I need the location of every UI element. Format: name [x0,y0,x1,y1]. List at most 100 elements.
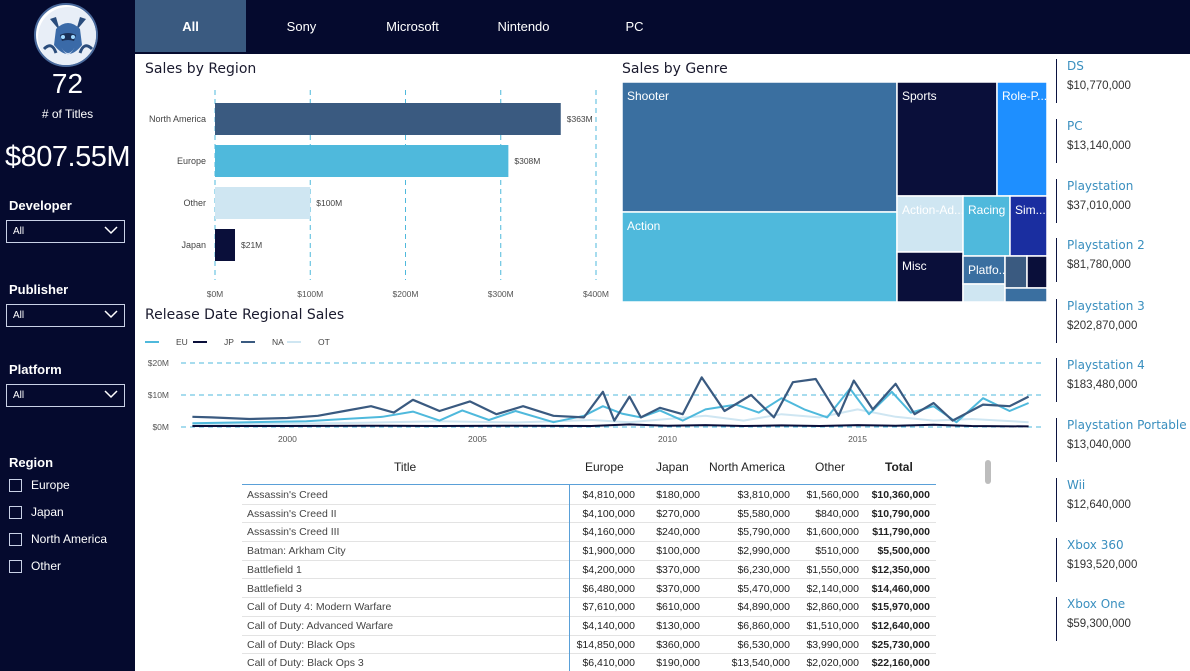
col-header-other[interactable]: Other [815,460,845,474]
col-header-japan[interactable]: Japan [656,460,689,474]
bar[interactable] [215,145,509,177]
region-option-label: Japan [31,505,64,519]
table-row[interactable]: Batman: Arkham City $1,900,000 $100,000 $2,… [242,542,936,561]
cell-title: Battlefield 3 [247,582,302,595]
table-row[interactable]: Call of Duty: Advanced Warfare $4,140,000… [242,617,936,636]
region-option-north-america[interactable]: North America [9,531,107,547]
cell-title: Battlefield 1 [247,563,302,576]
region-option-label: Europe [31,478,70,492]
tab-pc[interactable]: PC [579,0,690,52]
cell-value: $840,000 [815,507,859,520]
table-row[interactable]: Assassin's Creed II $4,100,000 $270,000 $5,… [242,505,936,524]
table-row[interactable]: Assassin's Creed III $4,160,000 $240,000 $5… [242,523,936,543]
platform-dropdown[interactable]: All [6,384,125,407]
platform-value: All [13,390,25,401]
platform-sales-value: $81,780,000 [1067,259,1131,271]
table-row[interactable]: Assassin's Creed $4,810,000 $180,000 $3,810… [242,486,936,505]
cell-value: $2,020,000 [806,657,859,670]
col-header-title[interactable]: Title [394,460,416,474]
checkbox[interactable] [9,478,22,492]
series-line-jp[interactable] [192,423,1029,428]
cell-value: $13,540,000 [731,657,790,670]
cell-value: $2,140,000 [806,582,859,595]
checkbox[interactable] [9,532,22,546]
x-tick-label: 2010 [658,434,677,444]
platform-name: Xbox One [1067,597,1126,611]
bar[interactable] [215,229,236,261]
col-header-europe[interactable]: Europe [585,460,624,474]
treemap-label: Sports [902,89,937,103]
platform-card[interactable]: Playstation 4 $183,480,000 [1056,358,1190,402]
series-line-na[interactable] [192,376,1030,422]
tab-microsoft[interactable]: Microsoft [357,0,468,52]
cell-value: $6,530,000 [737,638,790,651]
tab-all[interactable]: All [135,0,246,52]
cell-value: $4,160,000 [582,526,635,539]
col-header-north-america[interactable]: North America [709,460,785,474]
platform-card[interactable]: Xbox 360 $193,520,000 [1056,538,1190,582]
developer-dropdown[interactable]: All [6,220,125,243]
category-label: North America [149,114,206,124]
cell-value: $6,480,000 [582,582,635,595]
region-option-other[interactable]: Other [9,558,61,574]
cell-value: $240,000 [656,526,700,539]
legend-label: JP [224,337,234,347]
data-label: $363M [567,114,593,124]
table-row[interactable]: Call of Duty: Black Ops 3 $6,410,000 $190,… [242,654,936,671]
table-row[interactable]: Battlefield 3 $6,480,000 $370,000 $5,470,00… [242,580,936,599]
legend-label: NA [272,337,284,347]
publisher-dropdown[interactable]: All [6,304,125,327]
x-tick-label: $0M [207,289,224,299]
treemap-label: Misc [902,259,927,273]
treemap-tile[interactable] [962,283,1006,302]
cell-value: $5,790,000 [737,526,790,539]
platform-tabs: All Sony Microsoft Nintendo PC [135,0,690,52]
bar[interactable] [215,187,311,219]
region-option-europe[interactable]: Europe [9,477,70,493]
tab-nintendo[interactable]: Nintendo [468,0,579,52]
platform-card[interactable]: Playstation $37,010,000 [1056,179,1190,223]
tab-sony[interactable]: Sony [246,0,357,52]
cell-value: $2,860,000 [806,601,859,614]
platform-name: Playstation Portable [1067,418,1187,432]
category-label: Japan [181,240,206,250]
platform-card[interactable]: Playstation 3 $202,870,000 [1056,299,1190,343]
region-option-label: North America [31,532,108,546]
platform-card[interactable]: DS $10,770,000 [1056,59,1190,103]
treemap-tile[interactable] [1004,255,1028,289]
y-tick-label: $0M [152,422,169,432]
platform-sales-value: $183,480,000 [1067,379,1138,391]
table-scrollbar[interactable] [985,460,991,484]
treemap-tile[interactable] [622,211,898,302]
platform-card[interactable]: Playstation Portable $13,040,000 [1056,418,1190,462]
cell-title: Call of Duty: Black Ops [247,638,355,651]
platform-card[interactable]: PC $13,140,000 [1056,119,1190,163]
cell-value: $3,990,000 [806,638,859,651]
cell-total: $10,790,000 [871,507,930,520]
x-tick-label: 2000 [278,434,297,444]
platform-card[interactable]: Xbox One $59,300,000 [1056,597,1190,641]
checkbox[interactable] [9,559,22,573]
checkbox[interactable] [9,505,22,519]
cell-total: $10,360,000 [871,489,930,501]
bar[interactable] [215,103,561,135]
data-label: $100M [316,198,342,208]
total-sales-value: $807.55M [5,141,131,173]
treemap-tile[interactable] [1004,287,1048,302]
table-row[interactable]: Call of Duty: Black Ops $14,850,000 $360,0… [242,636,936,655]
col-header-total[interactable]: Total [885,460,913,474]
table-row[interactable]: Call of Duty 4: Modern Warfare $7,610,000… [242,598,936,617]
table-row[interactable]: Battlefield 1 $4,200,000 $370,000 $6,230,00… [242,561,936,580]
platform-card[interactable]: Wii $12,640,000 [1056,478,1190,522]
region-chart-title: Sales by Region [145,61,257,77]
platform-name: PC [1067,119,1083,133]
cell-title: Assassin's Creed II [247,507,337,520]
platform-name: Playstation [1067,179,1134,193]
treemap-tile[interactable] [1026,255,1048,289]
region-option-japan[interactable]: Japan [9,504,64,520]
cell-value: $180,000 [656,489,700,501]
platform-name: Playstation 4 [1067,358,1145,372]
cell-total: $15,970,000 [871,601,930,614]
platform-card[interactable]: Playstation 2 $81,780,000 [1056,238,1190,282]
chevron-down-icon [104,226,118,235]
